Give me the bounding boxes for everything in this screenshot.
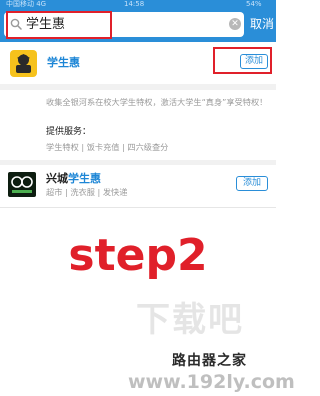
- services-title: 提供服务：: [46, 127, 92, 137]
- watermark-large: 下载吧: [136, 300, 244, 340]
- watermark-url: www.192ly.com: [128, 371, 295, 393]
- search-highlight-box: [6, 11, 112, 39]
- clear-icon[interactable]: ✕: [229, 18, 241, 30]
- add-button-secondary[interactable]: 添加: [236, 176, 268, 191]
- services-list: 学生特权 | 饭卡充值 | 四六级查分: [46, 142, 169, 152]
- watermark-brand: 路由器之家: [172, 353, 247, 369]
- section-gap: [0, 160, 276, 165]
- cancel-button[interactable]: 取消: [250, 16, 274, 32]
- graduate-logo-icon: [10, 50, 37, 77]
- add-button-highlight-box: [213, 47, 272, 74]
- result-name-highlight: 学生惠: [68, 172, 101, 185]
- section-gap: [0, 84, 276, 90]
- carrier-label: 中国移动 4G: [6, 0, 47, 8]
- xingcheng-logo-icon: [8, 172, 36, 197]
- divider: [0, 207, 276, 208]
- step-label: step2: [68, 230, 208, 281]
- account-description: 收集全银河系在校大学生特权，激活大学生“真身”享受特权！: [46, 97, 268, 107]
- battery-level: 54%: [246, 0, 262, 8]
- status-time: 14:58: [124, 0, 145, 8]
- result-name-secondary[interactable]: 兴城学生惠: [46, 172, 101, 186]
- status-bar: 中国移动 4G 14:58 54%: [0, 0, 276, 9]
- result-name-prefix: 兴城: [46, 172, 68, 185]
- account-name[interactable]: 学生惠: [47, 56, 80, 70]
- result-tags: 超市 | 洗衣服 | 发快递: [46, 187, 128, 197]
